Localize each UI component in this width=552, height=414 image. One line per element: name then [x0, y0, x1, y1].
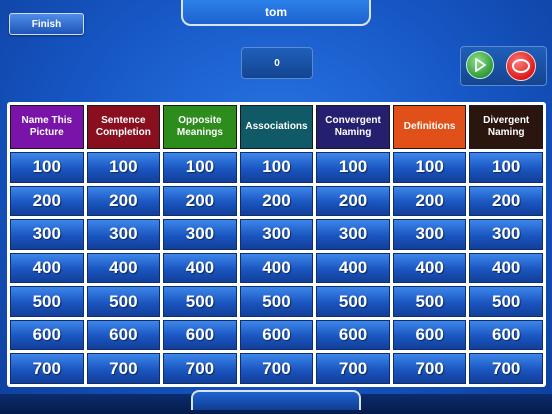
question-tile[interactable]: 500	[316, 286, 390, 317]
question-tile[interactable]: 100	[469, 152, 543, 183]
bottom-tab	[191, 390, 361, 410]
question-tile[interactable]: 400	[392, 252, 467, 284]
question-tile[interactable]: 500	[10, 286, 84, 317]
question-tile[interactable]: 600	[10, 319, 84, 351]
question-tile[interactable]: 600	[239, 319, 314, 351]
category-header: Definitions	[392, 105, 467, 149]
finish-button[interactable]: Finish	[9, 13, 84, 35]
question-tile[interactable]: 300	[86, 219, 161, 250]
question-tile[interactable]: 200	[316, 185, 390, 217]
player-name: tom	[265, 5, 287, 19]
question-tile[interactable]: 400	[10, 252, 84, 284]
question-tile[interactable]: 600	[469, 319, 543, 351]
question-tile[interactable]: 700	[239, 353, 314, 384]
question-tile[interactable]: 500	[392, 286, 467, 317]
question-tile[interactable]: 200	[86, 185, 161, 217]
score-display: 0	[241, 47, 313, 79]
question-tile[interactable]: 700	[392, 353, 467, 384]
question-tile[interactable]: 200	[163, 185, 237, 217]
question-tile[interactable]: 500	[469, 286, 543, 317]
question-tile[interactable]: 300	[469, 219, 543, 250]
question-tile[interactable]: 200	[239, 185, 314, 217]
question-tile[interactable]: 300	[316, 219, 390, 250]
question-tile[interactable]: 300	[10, 219, 84, 250]
question-tile[interactable]: 400	[86, 252, 161, 284]
stop-ring-icon	[512, 59, 530, 73]
score-value: 0	[274, 57, 280, 69]
question-tile[interactable]: 600	[86, 319, 161, 351]
question-tile[interactable]: 100	[86, 152, 161, 183]
question-tile[interactable]: 300	[163, 219, 237, 250]
question-tile[interactable]: 300	[392, 219, 467, 250]
bottom-bar	[0, 390, 552, 414]
question-tile[interactable]: 700	[469, 353, 543, 384]
question-tile[interactable]: 700	[163, 353, 237, 384]
category-header: Divergent Naming	[469, 105, 543, 149]
question-tile[interactable]: 600	[163, 319, 237, 351]
question-tile[interactable]: 500	[239, 286, 314, 317]
question-tile[interactable]: 100	[392, 152, 467, 183]
question-tile[interactable]: 700	[86, 353, 161, 384]
question-tile[interactable]: 200	[10, 185, 84, 217]
question-tile[interactable]: 600	[316, 319, 390, 351]
question-tile[interactable]: 300	[239, 219, 314, 250]
category-header: Convergent Naming	[316, 105, 390, 149]
category-header: Opposite Meanings	[163, 105, 237, 149]
question-tile[interactable]: 400	[316, 252, 390, 284]
question-tile[interactable]: 100	[239, 152, 314, 183]
category-header: Sentence Completion	[86, 105, 161, 149]
question-tile[interactable]: 200	[392, 185, 467, 217]
question-tile[interactable]: 200	[469, 185, 543, 217]
question-tile[interactable]: 500	[163, 286, 237, 317]
question-tile[interactable]: 100	[163, 152, 237, 183]
question-tile[interactable]: 500	[86, 286, 161, 317]
question-tile[interactable]: 100	[316, 152, 390, 183]
question-tile[interactable]: 400	[239, 252, 314, 284]
question-tile[interactable]: 400	[163, 252, 237, 284]
play-triangle-icon	[475, 58, 486, 72]
stop-button[interactable]	[506, 51, 536, 81]
player-name-tab: tom	[181, 0, 371, 26]
question-tile[interactable]: 700	[10, 353, 84, 384]
question-tile[interactable]: 400	[469, 252, 543, 284]
game-board: Name This Picture Sentence Completion Oppo…	[7, 102, 546, 387]
question-tile[interactable]: 600	[392, 319, 467, 351]
category-header: Name This Picture	[10, 105, 84, 149]
play-button[interactable]	[466, 51, 494, 79]
question-tile[interactable]: 100	[10, 152, 84, 183]
category-header: Associations	[239, 105, 314, 149]
question-tile[interactable]: 700	[316, 353, 390, 384]
